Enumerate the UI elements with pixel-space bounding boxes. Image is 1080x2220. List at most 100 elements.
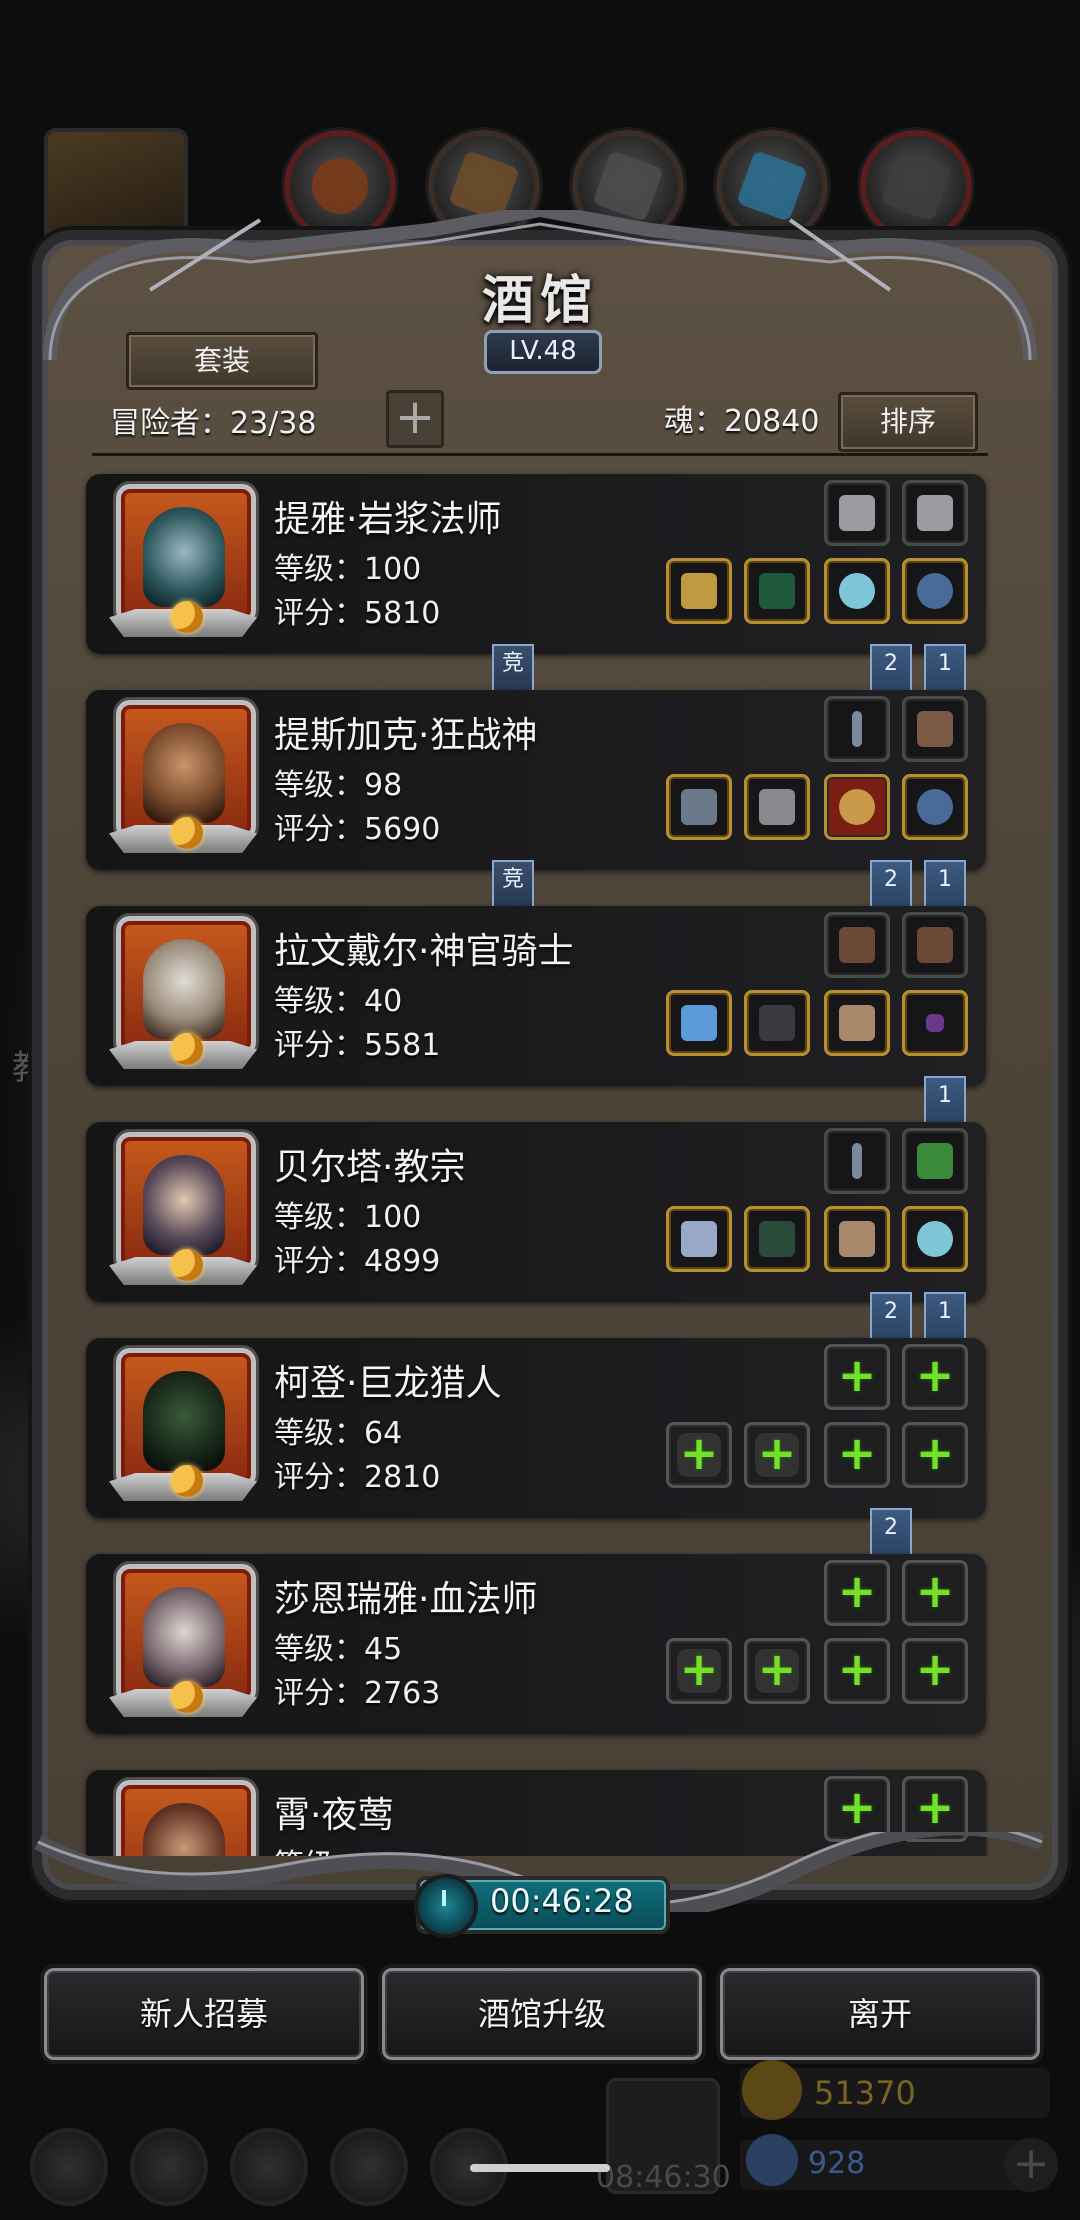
- hero-score: 评分：2763: [274, 1676, 441, 1711]
- gauntlet-icon: [917, 711, 953, 747]
- ore-icon[interactable]: [284, 130, 396, 242]
- equip-slot-accessory[interactable]: [902, 696, 968, 762]
- necklace-icon: [852, 711, 862, 747]
- equip-slot-ring[interactable]: [902, 774, 968, 840]
- wood-icon[interactable]: [428, 130, 540, 242]
- sort-button[interactable]: 排序: [838, 392, 978, 452]
- empty-equip-slot[interactable]: +: [824, 1344, 890, 1410]
- empty-equip-slot[interactable]: +: [824, 1422, 890, 1488]
- equip-slot-armor[interactable]: [744, 774, 810, 840]
- equip-slot-accessory[interactable]: [824, 912, 890, 978]
- hero-score: 评分：2810: [274, 1460, 441, 1495]
- tavern-level-badge: LV.48: [484, 330, 602, 374]
- add-capacity-button[interactable]: +: [386, 390, 444, 448]
- equip-slot-accessory[interactable]: [902, 912, 968, 978]
- clock-icon: [414, 1874, 478, 1938]
- recruit-button[interactable]: 新人招募: [44, 1968, 364, 2060]
- hero-portrait[interactable]: [109, 1564, 257, 1717]
- hero-list[interactable]: 提雅·岩浆法师 等级：100 评分：5810 竞 2 1 提斯加克·狂战神 等级…: [52, 464, 1028, 1856]
- hero-name: 莎恩瑞雅·血法师: [274, 1579, 538, 1620]
- empty-equip-slot[interactable]: +: [824, 1638, 890, 1704]
- empty-equip-slot[interactable]: +: [666, 1638, 732, 1704]
- empty-equip-slot[interactable]: +: [902, 1422, 968, 1488]
- equip-slot-weapon[interactable]: [666, 558, 732, 624]
- equip-slot-accessory[interactable]: [902, 1128, 968, 1194]
- glove-icon: [839, 1221, 875, 1257]
- empty-equip-slot[interactable]: +: [902, 1560, 968, 1626]
- hero-portrait[interactable]: [109, 1348, 257, 1501]
- equip-slot-trinket[interactable]: [824, 990, 890, 1056]
- equip-slot-accessory[interactable]: [902, 480, 968, 546]
- hero-portrait[interactable]: [109, 700, 257, 853]
- empty-equip-slot[interactable]: +: [666, 1422, 732, 1488]
- equip-slot-ring[interactable]: [902, 1206, 968, 1272]
- hero-card[interactable]: 贝尔塔·教宗 等级：100 评分：4899: [86, 1122, 986, 1302]
- equip-slot-accessory[interactable]: [824, 1128, 890, 1194]
- hud-map-icon[interactable]: [330, 2128, 408, 2206]
- hero-name: 提雅·岩浆法师: [274, 499, 502, 540]
- add-gems-button[interactable]: +: [1004, 2138, 1058, 2192]
- empty-equip-slot[interactable]: +: [744, 1638, 810, 1704]
- tome-icon: [917, 1143, 953, 1179]
- equip-slot-trinket[interactable]: [824, 1206, 890, 1272]
- leave-button[interactable]: 离开: [720, 1968, 1040, 2060]
- hero-card[interactable]: 柯登·巨龙猎人 等级：64 评分：2810 + + + + + +: [86, 1338, 986, 1518]
- steel-icon[interactable]: [860, 130, 972, 242]
- plus-icon: +: [837, 1348, 877, 1402]
- equip-slot-accessory[interactable]: [824, 480, 890, 546]
- equip-slot-trinket[interactable]: [824, 558, 890, 624]
- adventurer-count: 冒险者：23/38: [110, 406, 317, 441]
- hero-score: 评分：5810: [274, 596, 441, 631]
- soul-count: 魂：20840: [664, 404, 820, 439]
- equip-slot-weapon[interactable]: [666, 990, 732, 1056]
- upgrade-tavern-button[interactable]: 酒馆升级: [382, 1968, 702, 2060]
- gem-amount: 928: [808, 2146, 866, 2181]
- empty-equip-slot[interactable]: +: [824, 1560, 890, 1626]
- hud-shop-icon[interactable]: [230, 2128, 308, 2206]
- hero-card[interactable]: 提斯加克·狂战神 等级：98 评分：5690: [86, 690, 986, 870]
- suit-button[interactable]: 套装: [126, 332, 318, 390]
- refresh-timer: 00:46:28: [414, 1874, 670, 1938]
- robe-icon: [759, 1221, 795, 1257]
- equip-slot-weapon[interactable]: [666, 774, 732, 840]
- equip-slot-ring[interactable]: [902, 990, 968, 1056]
- equip-slot-weapon[interactable]: [666, 1206, 732, 1272]
- empty-equip-slot[interactable]: +: [744, 1422, 810, 1488]
- equip-slot-accessory[interactable]: [824, 696, 890, 762]
- orb-icon: [839, 789, 875, 825]
- moon-icon: [171, 817, 203, 849]
- empty-equip-slot[interactable]: +: [902, 1344, 968, 1410]
- hero-card[interactable]: 提雅·岩浆法师 等级：100 评分：5810: [86, 474, 986, 654]
- crystal-icon[interactable]: [716, 130, 828, 242]
- hero-card[interactable]: 拉文戴尔·神官骑士 等级：40 评分：5581: [86, 906, 986, 1086]
- hero-score: 评分：5690: [274, 812, 441, 847]
- plus-icon: +: [757, 1642, 797, 1696]
- moon-icon: [171, 1249, 203, 1281]
- equip-slot-armor[interactable]: [744, 990, 810, 1056]
- hud-settings-icon[interactable]: [30, 2128, 108, 2206]
- equip-slot-armor[interactable]: [744, 558, 810, 624]
- ring-icon: [917, 573, 953, 609]
- plus-icon: +: [915, 1348, 955, 1402]
- coin-icon: [742, 2060, 802, 2120]
- hero-portrait[interactable]: [109, 1132, 257, 1285]
- equip-slot-armor[interactable]: [744, 1206, 810, 1272]
- hero-level: 等级：64: [274, 1416, 403, 1451]
- empty-equip-slot[interactable]: +: [902, 1638, 968, 1704]
- iron-icon[interactable]: [572, 130, 684, 242]
- equip-slot-ring[interactable]: [902, 558, 968, 624]
- robe-icon: [759, 573, 795, 609]
- staff-icon: [681, 573, 717, 609]
- home-indicator[interactable]: [470, 2164, 610, 2172]
- hero-portrait[interactable]: [109, 916, 257, 1069]
- armor-icon: [759, 789, 795, 825]
- hero-level: 等级：100: [274, 1200, 422, 1235]
- timer-text: 00:46:28: [490, 1882, 634, 1920]
- hud-quest-icon[interactable]: [130, 2128, 208, 2206]
- axe-icon: [681, 789, 717, 825]
- hero-portrait[interactable]: [109, 484, 257, 637]
- equip-slot-trinket[interactable]: [824, 774, 890, 840]
- hero-level: 等级：100: [274, 552, 422, 587]
- hero-card[interactable]: 莎恩瑞雅·血法师 等级：45 评分：2763 + + + + + +: [86, 1554, 986, 1734]
- hero-level: 等级：45: [274, 1632, 403, 1667]
